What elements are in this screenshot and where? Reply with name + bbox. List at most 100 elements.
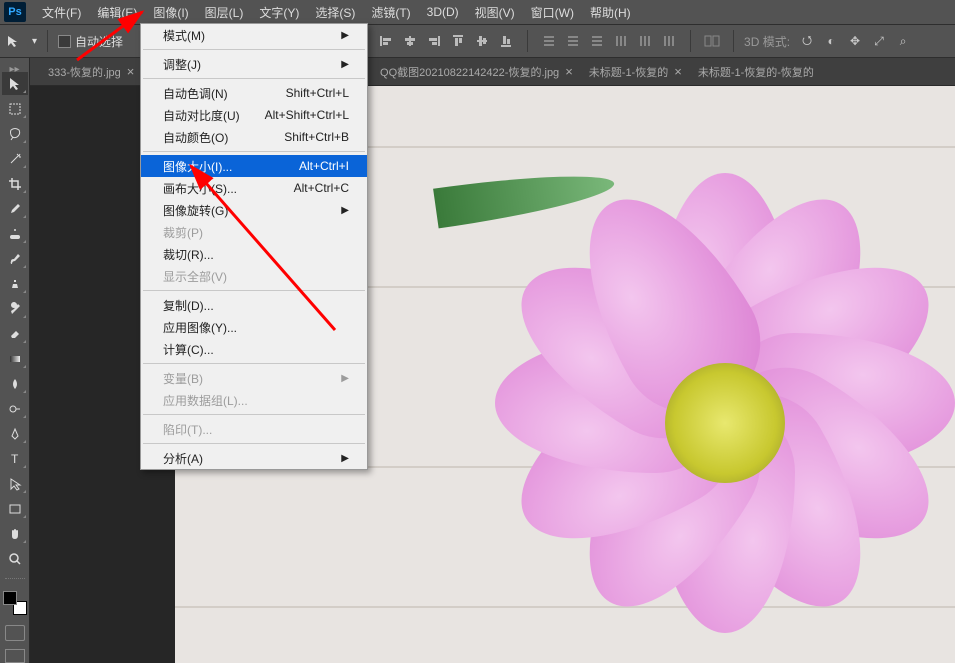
tab-doc-1[interactable]: 333-恢复的.jpg ×	[40, 58, 142, 86]
menu-separator	[143, 49, 365, 50]
dodge-tool[interactable]	[2, 397, 28, 420]
auto-align-icon[interactable]	[701, 30, 723, 52]
menu-view[interactable]: 视图(V)	[467, 1, 523, 24]
distribute-v-center-icon[interactable]	[562, 30, 584, 52]
menu-item[interactable]: 计算(C)...	[141, 338, 367, 360]
menu-item[interactable]: 自动颜色(O)Shift+Ctrl+B	[141, 126, 367, 148]
distribute-bottom-icon[interactable]	[586, 30, 608, 52]
move-tool[interactable]	[2, 72, 28, 95]
menu-item-label: 调整(J)	[163, 56, 201, 73]
3d-zoom-icon[interactable]: ⌕	[892, 30, 914, 52]
menu-item[interactable]: 图像旋转(G)▶	[141, 199, 367, 221]
menu-item[interactable]: 应用图像(Y)...	[141, 316, 367, 338]
menu-separator	[143, 78, 365, 79]
menu-item[interactable]: 调整(J)▶	[141, 53, 367, 75]
menu-image[interactable]: 图像(I)	[145, 1, 196, 24]
distribute-right-icon[interactable]	[658, 30, 680, 52]
path-selection-tool[interactable]	[2, 472, 28, 495]
align-right-icon[interactable]	[423, 30, 445, 52]
menu-filter[interactable]: 滤镜(T)	[363, 1, 418, 24]
menu-window[interactable]: 窗口(W)	[523, 1, 582, 24]
menu-help[interactable]: 帮助(H)	[582, 1, 639, 24]
tab-doc-4[interactable]: 未标题-1-恢复的×	[581, 58, 690, 86]
3d-mode-group: ⭯ ◐ ✥ ⤢ ⌕	[796, 30, 914, 52]
tab-label: 未标题-1-恢复的-恢复的	[698, 64, 814, 80]
lasso-tool[interactable]	[2, 122, 28, 145]
tab-doc-5[interactable]: 未标题-1-恢复的-恢复的	[690, 58, 822, 86]
tab-doc-3[interactable]: QQ截图20210822142422-恢复的.jpg ×	[372, 58, 581, 86]
zoom-tool[interactable]	[2, 547, 28, 570]
screen-mode-button[interactable]	[5, 649, 25, 663]
submenu-arrow-icon: ▶	[341, 30, 349, 41]
align-left-icon[interactable]	[375, 30, 397, 52]
menu-edit[interactable]: 编辑(E)	[89, 1, 145, 24]
3d-roll-icon[interactable]: ◐	[820, 30, 842, 52]
mode-3d-label: 3D 模式:	[744, 33, 790, 50]
brush-tool[interactable]	[2, 247, 28, 270]
quick-mask-button[interactable]	[5, 625, 25, 641]
eyedropper-tool[interactable]	[2, 197, 28, 220]
eraser-tool[interactable]	[2, 322, 28, 345]
close-icon[interactable]: ×	[674, 64, 682, 79]
clone-stamp-tool[interactable]	[2, 272, 28, 295]
menu-item-label: 自动对比度(U)	[163, 107, 240, 124]
align-top-icon[interactable]	[447, 30, 469, 52]
distribute-left-icon[interactable]	[610, 30, 632, 52]
distribute-h-center-icon[interactable]	[634, 30, 656, 52]
tab-label: QQ截图20210822142422-恢复的.jpg	[380, 64, 559, 80]
align-center-h-icon[interactable]	[399, 30, 421, 52]
menu-separator	[143, 151, 365, 152]
menu-item[interactable]: 裁切(R)...	[141, 243, 367, 265]
menu-type[interactable]: 文字(Y)	[251, 1, 307, 24]
divider	[690, 30, 691, 52]
3d-slide-icon[interactable]: ⤢	[868, 30, 890, 52]
panel-grip-icon[interactable]: ▸▸	[5, 64, 25, 70]
svg-text:T: T	[11, 452, 19, 466]
dropdown-arrow-icon[interactable]: ▾	[32, 36, 37, 47]
separator	[5, 578, 25, 579]
type-tool[interactable]: T	[2, 447, 28, 470]
menu-item[interactable]: 模式(M) ▶	[141, 24, 367, 46]
menu-layer[interactable]: 图层(L)	[197, 1, 252, 24]
tab-label: 333-恢复的.jpg	[48, 64, 121, 80]
ps-logo: Ps	[4, 2, 26, 22]
3d-pan-icon[interactable]: ✥	[844, 30, 866, 52]
move-tool-icon	[6, 34, 26, 48]
image-menu-dropdown: 模式(M) ▶ 调整(J)▶ 自动色调(N)Shift+Ctrl+L自动对比度(U)A…	[140, 23, 368, 470]
hand-tool[interactable]	[2, 522, 28, 545]
close-icon[interactable]: ×	[127, 64, 135, 79]
menu-file[interactable]: 文件(F)	[34, 1, 89, 24]
blur-tool[interactable]	[2, 372, 28, 395]
menu-shortcut: Shift+Ctrl+B	[284, 130, 349, 144]
crop-tool[interactable]	[2, 172, 28, 195]
gradient-tool[interactable]	[2, 347, 28, 370]
rectangular-marquee-tool[interactable]	[2, 97, 28, 120]
menu-item[interactable]: 分析(A)▶	[141, 447, 367, 469]
menu-item-label: 模式(M)	[163, 27, 205, 44]
close-icon[interactable]: ×	[565, 64, 573, 79]
menu-3d[interactable]: 3D(D)	[419, 2, 467, 22]
menu-item-label: 图像旋转(G)	[163, 202, 228, 219]
menu-item[interactable]: 画布大小(S)...Alt+Ctrl+C	[141, 177, 367, 199]
menu-item[interactable]: 自动对比度(U)Alt+Shift+Ctrl+L	[141, 104, 367, 126]
magic-wand-tool[interactable]	[2, 147, 28, 170]
rectangle-tool[interactable]	[2, 497, 28, 520]
auto-select-checkbox[interactable]: 自动选择	[58, 33, 123, 50]
menu-separator	[143, 443, 365, 444]
menu-item[interactable]: 复制(D)...	[141, 294, 367, 316]
align-center-v-icon[interactable]	[471, 30, 493, 52]
menu-select[interactable]: 选择(S)	[307, 1, 363, 24]
auto-select-label: 自动选择	[75, 33, 123, 50]
foreground-color-swatch[interactable]	[3, 591, 17, 605]
3d-orbit-icon[interactable]: ⭯	[796, 30, 818, 52]
spot-healing-brush-tool[interactable]	[2, 222, 28, 245]
distribute-top-icon[interactable]	[538, 30, 560, 52]
menu-item: 应用数据组(L)...	[141, 389, 367, 411]
history-brush-tool[interactable]	[2, 297, 28, 320]
color-swatches[interactable]	[3, 591, 27, 615]
menu-item[interactable]: 自动色调(N)Shift+Ctrl+L	[141, 82, 367, 104]
menu-item[interactable]: 图像大小(I)...Alt+Ctrl+I	[141, 155, 367, 177]
align-bottom-icon[interactable]	[495, 30, 517, 52]
pen-tool[interactable]	[2, 422, 28, 445]
menu-item-label: 分析(A)	[163, 450, 203, 467]
